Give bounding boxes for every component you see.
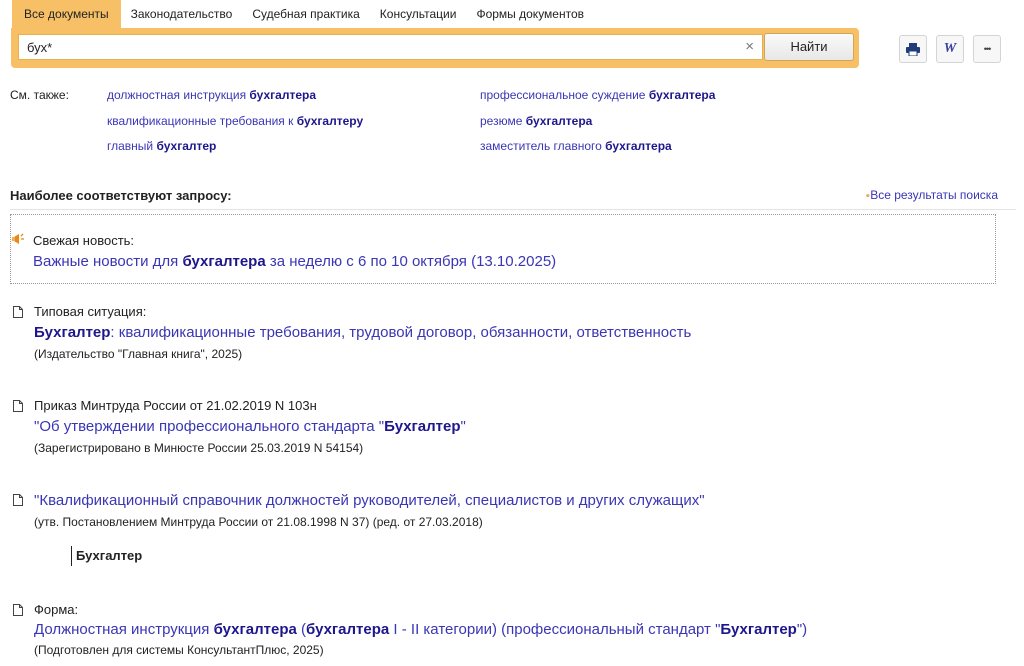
- document-icon: [13, 400, 23, 412]
- megaphone-icon: [12, 233, 24, 244]
- search-input[interactable]: [19, 35, 735, 59]
- search-field: ×: [18, 34, 763, 60]
- see-also-link[interactable]: главный бухгалтер: [107, 139, 216, 153]
- tab-court-practice[interactable]: Судебная практика: [242, 0, 369, 28]
- result-link[interactable]: "Квалификационный справочник должностей …: [34, 492, 705, 509]
- all-results-link[interactable]: ⁌Все результаты поиска: [865, 188, 998, 202]
- search-bar: × Найти: [11, 28, 859, 68]
- result-details: (утв. Постановлением Минтруда России от …: [34, 515, 483, 529]
- result-type-label: Приказ Минтруда России от 21.02.2019 N 1…: [34, 398, 317, 413]
- tab-legislation[interactable]: Законодательство: [121, 0, 243, 28]
- result-link[interactable]: Бухгалтер: квалификационные требования, …: [34, 324, 691, 341]
- divider: [10, 209, 1016, 210]
- see-also-link[interactable]: профессиональное суждение бухгалтера: [480, 88, 715, 102]
- result-type-label: Типовая ситуация:: [34, 304, 147, 319]
- see-also-link[interactable]: должностная инструкция бухгалтера: [107, 88, 316, 102]
- news-link[interactable]: Важные новости для бухгалтера за неделю …: [33, 253, 556, 270]
- section-marker: [71, 546, 72, 566]
- print-button[interactable]: [899, 35, 927, 63]
- document-icon: [13, 494, 23, 506]
- tab-consultations[interactable]: Консультации: [370, 0, 467, 28]
- find-button[interactable]: Найти: [764, 33, 854, 61]
- document-icon: [13, 306, 23, 318]
- document-type-tabs: Все документы Законодательство Судебная …: [12, 0, 594, 28]
- printer-icon: [906, 42, 920, 56]
- word-icon: W: [943, 41, 957, 56]
- news-label: Свежая новость:: [33, 233, 135, 248]
- tab-document-forms[interactable]: Формы документов: [466, 0, 594, 28]
- clear-icon[interactable]: ×: [745, 38, 754, 55]
- more-icon: •••: [983, 44, 992, 54]
- see-also-link[interactable]: квалификационные требования к бухгалтеру: [107, 114, 363, 128]
- result-type-label: Форма:: [34, 602, 79, 617]
- result-details: (Зарегистрировано в Минюсте России 25.03…: [34, 441, 364, 455]
- more-button[interactable]: •••: [973, 35, 1001, 63]
- see-also-link[interactable]: резюме бухгалтера: [480, 114, 592, 128]
- export-word-button[interactable]: W: [936, 35, 964, 63]
- tab-all-documents[interactable]: Все документы: [12, 0, 121, 28]
- result-link[interactable]: Должностная инструкция бухгалтера (бухга…: [34, 621, 807, 638]
- news-box: Свежая новость: Важные новости для бухга…: [10, 214, 996, 284]
- section-link[interactable]: Бухгалтер: [76, 548, 142, 563]
- result-details: (Подготовлен для системы КонсультантПлюс…: [34, 643, 324, 657]
- result-details: (Издательство "Главная книга", 2025): [34, 347, 243, 361]
- document-icon: [13, 604, 23, 616]
- result-link[interactable]: "Об утверждении профессионального станда…: [34, 418, 466, 435]
- see-also-label: См. также:: [10, 88, 69, 102]
- see-also-link[interactable]: заместитель главного бухгалтера: [480, 139, 672, 153]
- results-header: Наиболее соответствуют запросу:: [10, 188, 232, 203]
